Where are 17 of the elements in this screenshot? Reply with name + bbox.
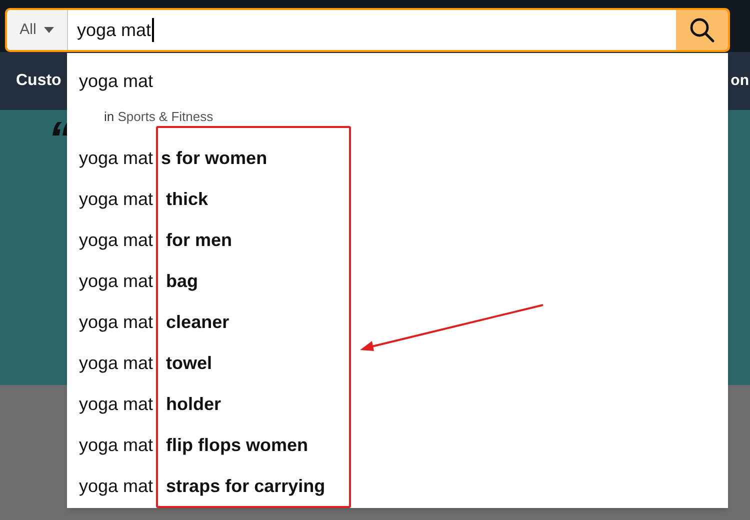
category-dropdown[interactable]: All bbox=[7, 10, 68, 50]
suggestion-item[interactable]: yoga mat straps for carrying bbox=[67, 466, 728, 507]
suggestion-item[interactable]: yoga mat holder bbox=[67, 384, 728, 425]
suggestion-item[interactable]: yoga mat cleaner bbox=[67, 302, 728, 343]
search-icon bbox=[689, 17, 715, 43]
suggestion-item[interactable]: yoga mat for men bbox=[67, 220, 728, 261]
caret-icon bbox=[44, 27, 54, 33]
nav-link[interactable]: on bbox=[730, 70, 749, 92]
department-suggestion[interactable]: in Sports & Fitness bbox=[67, 102, 728, 138]
search-field[interactable]: yoga mat bbox=[68, 10, 676, 50]
suggestion-item[interactable]: yoga mat bag bbox=[67, 261, 728, 302]
search-button[interactable] bbox=[676, 10, 728, 50]
nav-link[interactable]: Custo bbox=[16, 69, 62, 93]
suggestion-item[interactable]: yoga mat bbox=[67, 61, 728, 102]
suggestion-item[interactable]: yoga mat thick bbox=[67, 179, 728, 220]
suggestion-item[interactable]: yoga mat flip flops women bbox=[67, 425, 728, 466]
suggestion-item[interactable]: yoga mat towel bbox=[67, 343, 728, 384]
